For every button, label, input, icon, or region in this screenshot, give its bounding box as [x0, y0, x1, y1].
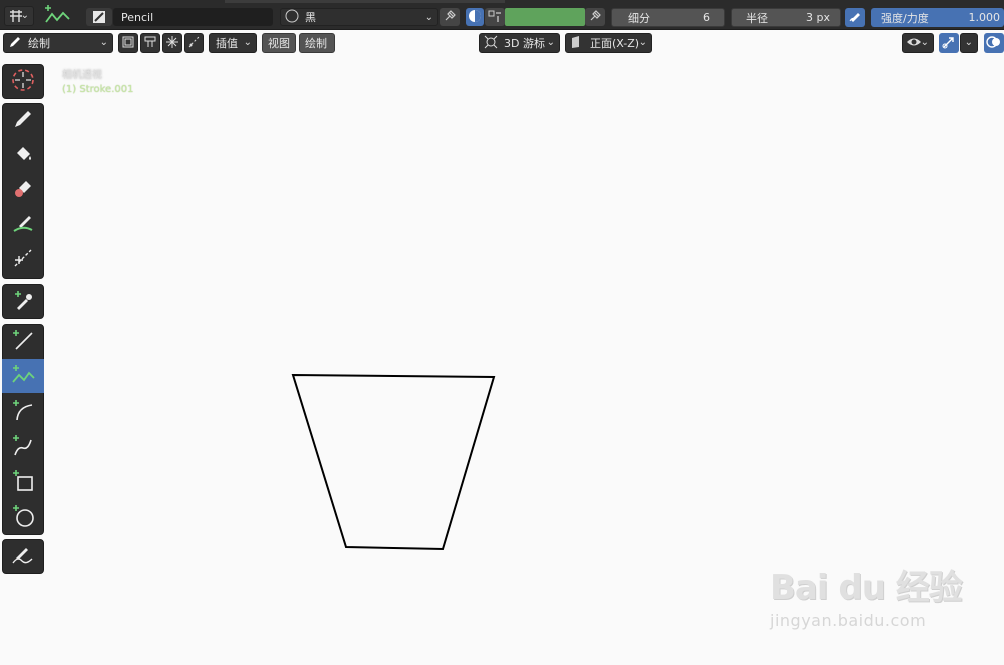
trapezoid-stroke[interactable] — [291, 373, 496, 551]
watermark: Bai du 经验 jingyan.baidu.com — [770, 560, 963, 630]
watermark-url: jingyan.baidu.com — [770, 611, 927, 630]
watermark-logo: Bai du 经验 — [770, 560, 963, 609]
watermark-brand: Bai du 经验 — [770, 568, 963, 608]
